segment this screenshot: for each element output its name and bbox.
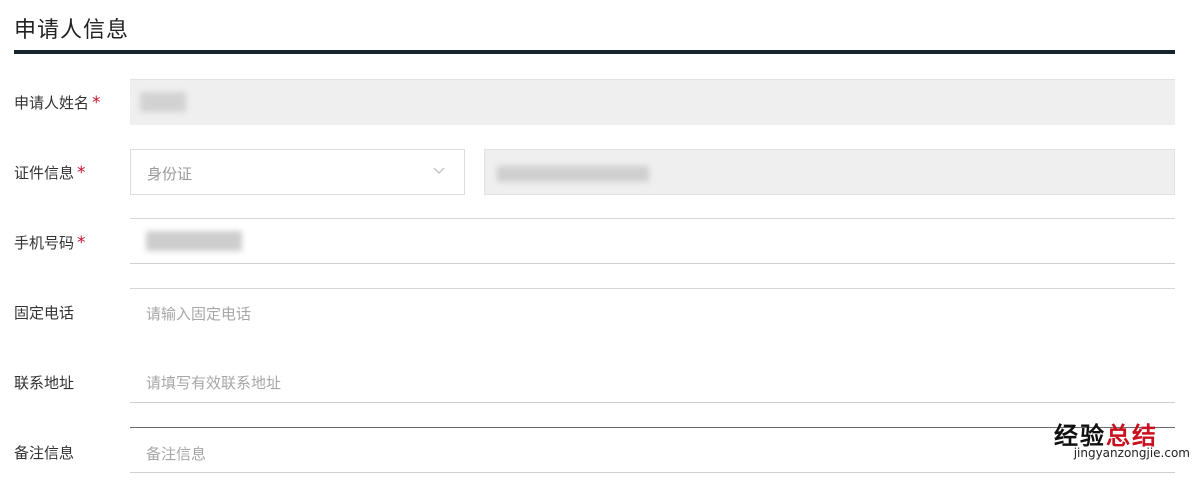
id-number-field[interactable]	[484, 149, 1175, 195]
label-address: 联系地址	[14, 374, 75, 392]
label-mobile-phone: 手机号码 *	[14, 232, 86, 253]
label-text: 手机号码	[14, 234, 75, 252]
label-applicant-name: 申请人姓名 *	[14, 92, 101, 113]
id-type-selected-value: 身份证	[147, 165, 193, 183]
id-type-select[interactable]: 身份证	[130, 149, 465, 195]
label-text: 证件信息	[14, 164, 75, 182]
address-field[interactable]: 请填写有效联系地址	[130, 357, 1175, 403]
label-text: 申请人姓名	[14, 94, 90, 112]
redacted-phone	[146, 231, 242, 251]
label-id-info: 证件信息 *	[14, 162, 86, 183]
chevron-down-icon	[433, 167, 445, 174]
applicant-name-field[interactable]	[130, 79, 1175, 125]
label-landline: 固定电话	[14, 304, 75, 322]
remarks-placeholder: 备注信息	[146, 445, 207, 463]
required-mark: *	[92, 93, 101, 113]
landline-field[interactable]: 请输入固定电话	[130, 288, 1175, 334]
watermark-logo: 经验总结 jingyanzongjie.com	[990, 416, 1190, 476]
address-placeholder: 请填写有效联系地址	[146, 374, 282, 392]
redacted-name	[140, 92, 186, 112]
label-remarks: 备注信息	[14, 444, 75, 462]
required-mark: *	[77, 163, 86, 183]
watermark-url: jingyanzongjie.com	[1073, 446, 1190, 460]
section-title: 申请人信息	[14, 18, 130, 43]
mobile-phone-field[interactable]	[130, 218, 1175, 264]
section-title-rule	[14, 50, 1175, 54]
landline-placeholder: 请输入固定电话	[146, 305, 252, 323]
redacted-id-number	[497, 166, 649, 182]
required-mark: *	[77, 233, 86, 253]
